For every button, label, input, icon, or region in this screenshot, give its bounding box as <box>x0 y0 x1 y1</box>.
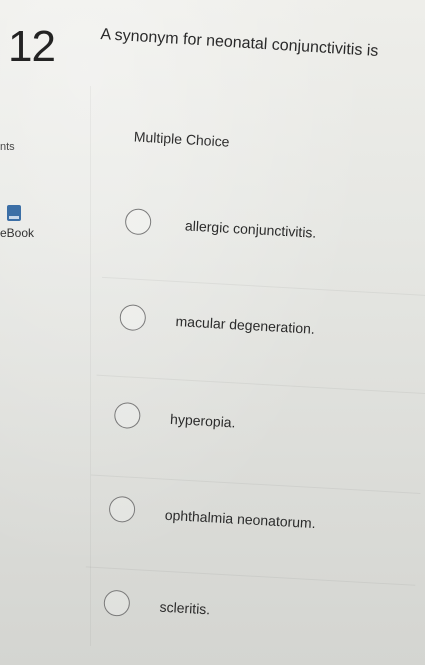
answer-option[interactable]: hyperopia. <box>72 400 405 478</box>
answer-option-label[interactable]: ophthalmia neonatorum. <box>164 507 316 531</box>
radio-button[interactable] <box>119 303 147 332</box>
answer-option[interactable]: macular degeneration. <box>77 302 410 380</box>
question-number: 12 <box>8 22 56 71</box>
answer-option-label[interactable]: scleritis. <box>159 599 210 618</box>
radio-button[interactable] <box>108 495 136 524</box>
radio-button[interactable] <box>124 208 152 236</box>
radio-button[interactable] <box>103 589 131 617</box>
question-text: A synonym for neonatal conjunctivitis is <box>99 26 379 60</box>
answer-option[interactable]: allergic conjunctivitis. <box>83 206 416 284</box>
answer-option[interactable]: ophthalmia neonatorum. <box>67 493 400 571</box>
answer-option-label[interactable]: allergic conjunctivitis. <box>185 217 317 240</box>
answer-panel: Multiple Choice allergic conjunctivitis.… <box>60 98 425 665</box>
divider <box>90 474 421 494</box>
radio-button[interactable] <box>113 401 142 430</box>
ebook-icon[interactable] <box>7 205 21 221</box>
question-type-label: Multiple Choice <box>133 128 230 150</box>
quiz-page: 12 A synonym for neonatal conjunctivitis… <box>0 0 425 665</box>
answer-option-label[interactable]: macular degeneration. <box>175 313 315 337</box>
answer-option-label[interactable]: hyperopia. <box>170 411 236 431</box>
points-label: nts <box>0 141 15 153</box>
answer-option[interactable]: scleritis. <box>61 587 394 665</box>
ebook-link[interactable]: eBook <box>0 226 34 240</box>
